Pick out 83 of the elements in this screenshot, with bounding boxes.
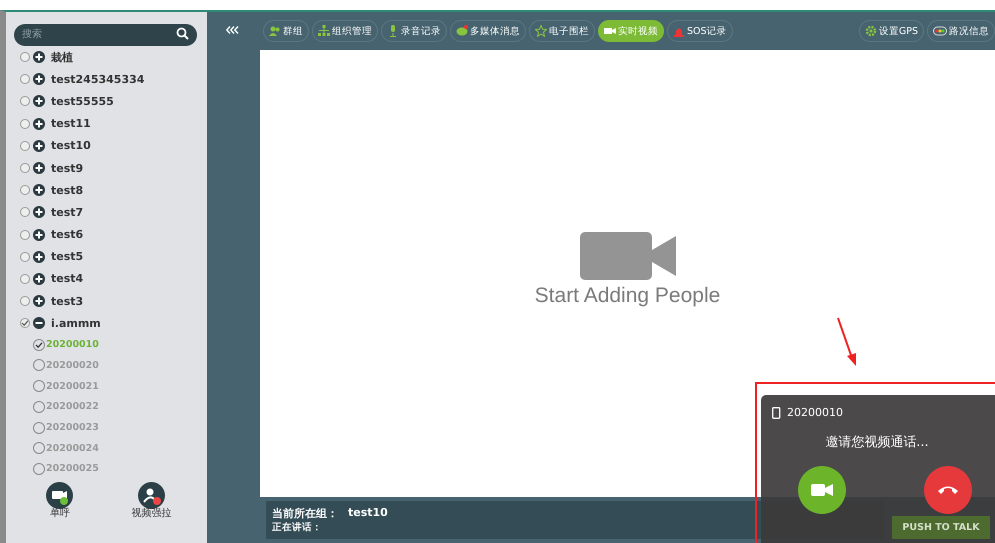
- radio-button[interactable]: [20, 318, 30, 328]
- expand-icon[interactable]: [33, 51, 45, 64]
- group-name[interactable]: 栽植: [51, 50, 73, 65]
- chat-icon: [456, 25, 468, 37]
- toolbar-tab[interactable]: 多媒体消息: [450, 20, 526, 42]
- tree-icon: [318, 25, 330, 37]
- expand-icon[interactable]: [33, 73, 45, 86]
- push-to-talk-button[interactable]: PUSH TO TALK: [892, 516, 990, 539]
- group-name[interactable]: test245345334: [51, 72, 144, 86]
- radio-button[interactable]: [33, 462, 45, 475]
- radio-button[interactable]: [20, 74, 30, 84]
- expand-icon[interactable]: [33, 184, 45, 196]
- radio-button[interactable]: [20, 252, 30, 262]
- radio-button[interactable]: [33, 400, 45, 413]
- radio-button[interactable]: [20, 274, 30, 284]
- expand-icon[interactable]: [33, 228, 45, 241]
- phone-icon: [772, 406, 781, 418]
- group-icon: [269, 25, 281, 37]
- single-call-button[interactable]: 单呼: [40, 482, 80, 520]
- radio-button[interactable]: [20, 52, 30, 62]
- camera-icon: [811, 483, 833, 497]
- radio-button[interactable]: [33, 359, 45, 372]
- expand-icon[interactable]: [33, 95, 45, 108]
- toolbar-tab[interactable]: 设置GPS: [858, 20, 924, 42]
- radio-button[interactable]: [20, 207, 30, 218]
- group-name[interactable]: test7: [51, 206, 84, 219]
- radio-button[interactable]: [20, 163, 30, 174]
- camera-icon: [604, 25, 616, 37]
- collapse-icon[interactable]: [226, 26, 241, 34]
- collapse-icon[interactable]: [33, 317, 45, 330]
- radio-button[interactable]: [20, 96, 30, 106]
- group-name[interactable]: i.ammm: [51, 316, 101, 330]
- caller-id: 20200010: [787, 406, 843, 419]
- group-name[interactable]: test5: [51, 250, 84, 264]
- group-name[interactable]: test9: [51, 162, 84, 175]
- expand-icon[interactable]: [33, 272, 45, 285]
- expand-icon[interactable]: [33, 162, 45, 174]
- search-icon[interactable]: [176, 27, 189, 40]
- expand-icon[interactable]: [33, 206, 45, 218]
- group-name[interactable]: test8: [51, 184, 84, 197]
- radio-button[interactable]: [20, 118, 30, 129]
- radio-button[interactable]: [33, 422, 45, 434]
- radio-button[interactable]: [33, 338, 45, 351]
- toolbar-tab[interactable]: 路况信息: [927, 20, 995, 42]
- radio-button[interactable]: [33, 380, 45, 392]
- hang-up-icon: [937, 485, 959, 495]
- star-icon: [535, 25, 547, 37]
- call-message: 邀请您视频通话...: [824, 434, 930, 451]
- group-label: 当前所在组：: [272, 506, 338, 521]
- video-call-icon: [46, 482, 74, 510]
- expand-icon[interactable]: [33, 140, 45, 152]
- accept-button[interactable]: [798, 466, 846, 514]
- toolbar-tab[interactable]: 录音记录: [381, 20, 447, 42]
- decline-button[interactable]: [924, 466, 972, 514]
- expand-icon[interactable]: [33, 250, 45, 263]
- group-name[interactable]: test55555: [51, 94, 114, 108]
- expand-icon[interactable]: [33, 118, 45, 130]
- radio-button[interactable]: [20, 185, 30, 196]
- annotation-arrow: [835, 316, 859, 368]
- traffic-light-icon: [933, 26, 947, 36]
- search-field[interactable]: 搜索: [14, 24, 197, 46]
- user-icon: [138, 482, 165, 510]
- video-pull-button[interactable]: 视频强拉: [131, 482, 172, 520]
- toolbar-tab[interactable]: 组织管理: [312, 20, 378, 42]
- radio-button[interactable]: [33, 442, 45, 454]
- group-name[interactable]: test6: [51, 228, 84, 242]
- radio-button[interactable]: [20, 296, 30, 306]
- speaking-label: 正在讲话：: [272, 521, 323, 534]
- expand-icon[interactable]: [33, 295, 45, 308]
- group-name[interactable]: test4: [51, 272, 84, 286]
- group-name[interactable]: test11: [51, 117, 91, 130]
- group-value: test10: [348, 506, 388, 521]
- toolbar-tab[interactable]: 群组: [263, 20, 309, 42]
- microphone-icon: [387, 25, 399, 37]
- radio-button[interactable]: [20, 230, 30, 240]
- toolbar-tab[interactable]: 电子围栏: [529, 20, 595, 42]
- video-camera-icon: [580, 232, 676, 280]
- radio-button[interactable]: [20, 140, 30, 151]
- group-name[interactable]: test10: [51, 139, 91, 152]
- toolbar-tab[interactable]: SOS记录: [667, 20, 733, 42]
- group-name[interactable]: test3: [51, 294, 84, 308]
- gear-icon: [864, 25, 877, 37]
- empty-message: Start Adding People: [534, 284, 720, 308]
